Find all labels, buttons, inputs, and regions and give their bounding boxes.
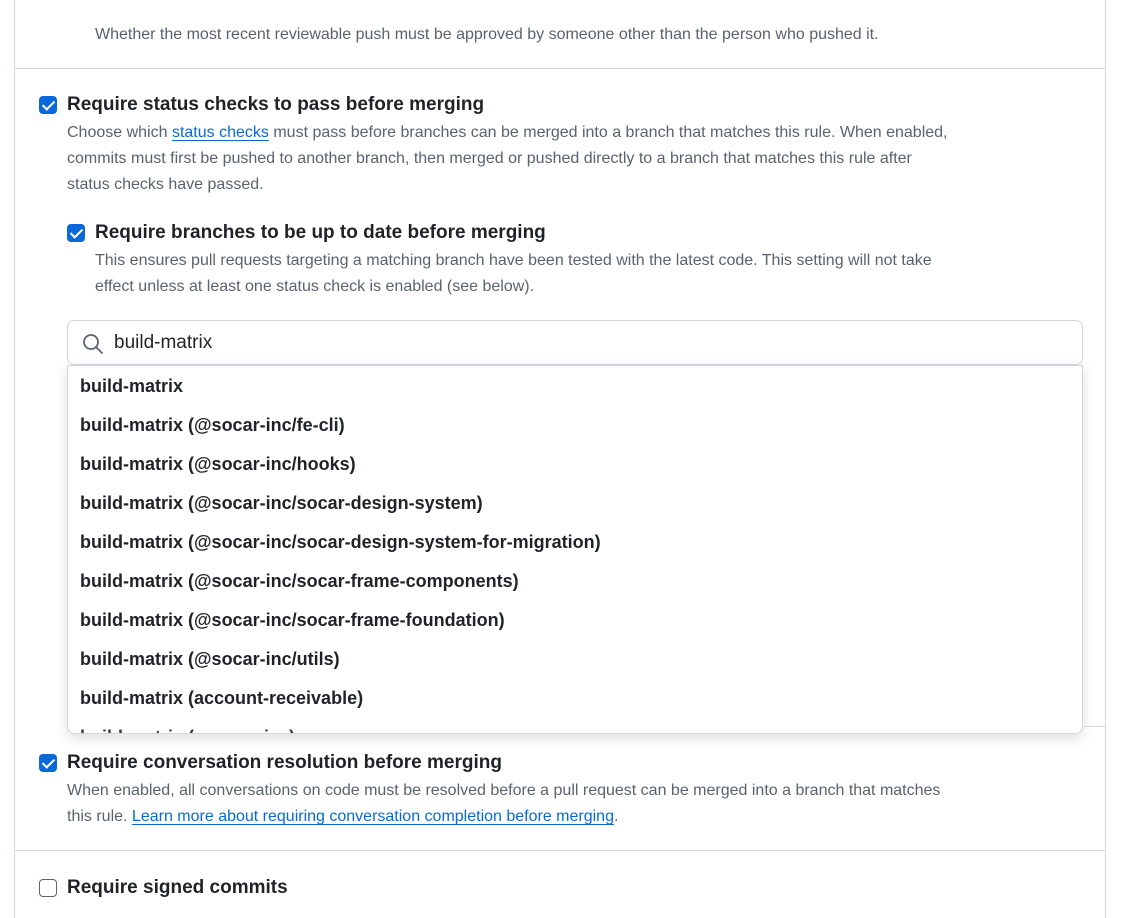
up-to-date-checkbox[interactable] <box>67 224 85 242</box>
up-to-date-description-line2: effect unless at least one status check … <box>95 278 535 295</box>
status-checks-desc-prefix: Choose which <box>67 124 172 141</box>
up-to-date-title: Require branches to be up to date before… <box>95 222 546 243</box>
search-icon <box>83 334 103 354</box>
conversation-learn-more-link[interactable]: Learn more about requiring conversation … <box>132 808 614 825</box>
conversation-resolution-checkbox[interactable] <box>39 754 57 772</box>
status-checks-checkbox[interactable] <box>39 96 57 114</box>
branch-protection-panel: Whether the most recent reviewable push … <box>14 0 1106 918</box>
suggestion-item[interactable]: build-matrix (@socar-inc/socar-design-sy… <box>80 530 601 554</box>
search-value: build-matrix <box>114 332 213 353</box>
divider <box>15 850 1105 851</box>
divider <box>15 68 1105 69</box>
signed-commits-title: Require signed commits <box>67 877 288 898</box>
status-checks-description-line1: Choose which status checks must pass bef… <box>67 120 948 146</box>
suggestion-item[interactable]: build-matrix (@socar-inc/socar-frame-fou… <box>80 608 505 632</box>
conversation-desc-prefix: this rule. <box>67 808 132 825</box>
status-checks-desc-rest: must pass before branches can be merged … <box>268 124 948 141</box>
status-check-suggestions: build-matrix build-matrix (@socar-inc/fe… <box>67 365 1083 734</box>
conversation-resolution-description-line2: this rule. Learn more about requiring co… <box>67 804 618 830</box>
signed-commits-checkbox[interactable] <box>39 879 57 897</box>
suggestion-item[interactable]: build-matrix (@socar-inc/utils) <box>80 647 340 671</box>
status-checks-description-line2: commits must first be pushed to another … <box>67 150 912 167</box>
conversation-resolution-description-line1: When enabled, all conversations on code … <box>67 782 941 799</box>
up-to-date-description-line1: This ensures pull requests targeting a m… <box>95 252 932 269</box>
conversation-resolution-title: Require conversation resolution before m… <box>67 752 502 773</box>
divider <box>1084 726 1105 727</box>
status-checks-link[interactable]: status checks <box>172 124 269 141</box>
suggestion-item[interactable]: build-matrix (account-receivable) <box>80 686 363 710</box>
suggestion-item[interactable]: build-matrix (@socar-inc/socar-design-sy… <box>80 491 483 515</box>
approval-description: Whether the most recent reviewable push … <box>95 26 879 43</box>
suggestion-item[interactable]: build-matrix <box>80 374 183 398</box>
suggestion-item[interactable]: build-matrix (@socar-inc/fe-cli) <box>80 413 345 437</box>
conversation-desc-suffix: . <box>613 808 619 825</box>
status-checks-description-line3: status checks have passed. <box>67 176 264 193</box>
suggestion-item[interactable]: build-matrix (car-service) <box>80 725 295 733</box>
suggestion-item[interactable]: build-matrix (@socar-inc/socar-frame-com… <box>80 569 519 593</box>
status-check-search-input[interactable]: build-matrix <box>67 320 1083 365</box>
suggestion-item[interactable]: build-matrix (@socar-inc/hooks) <box>80 452 356 476</box>
status-checks-title: Require status checks to pass before mer… <box>67 94 485 115</box>
